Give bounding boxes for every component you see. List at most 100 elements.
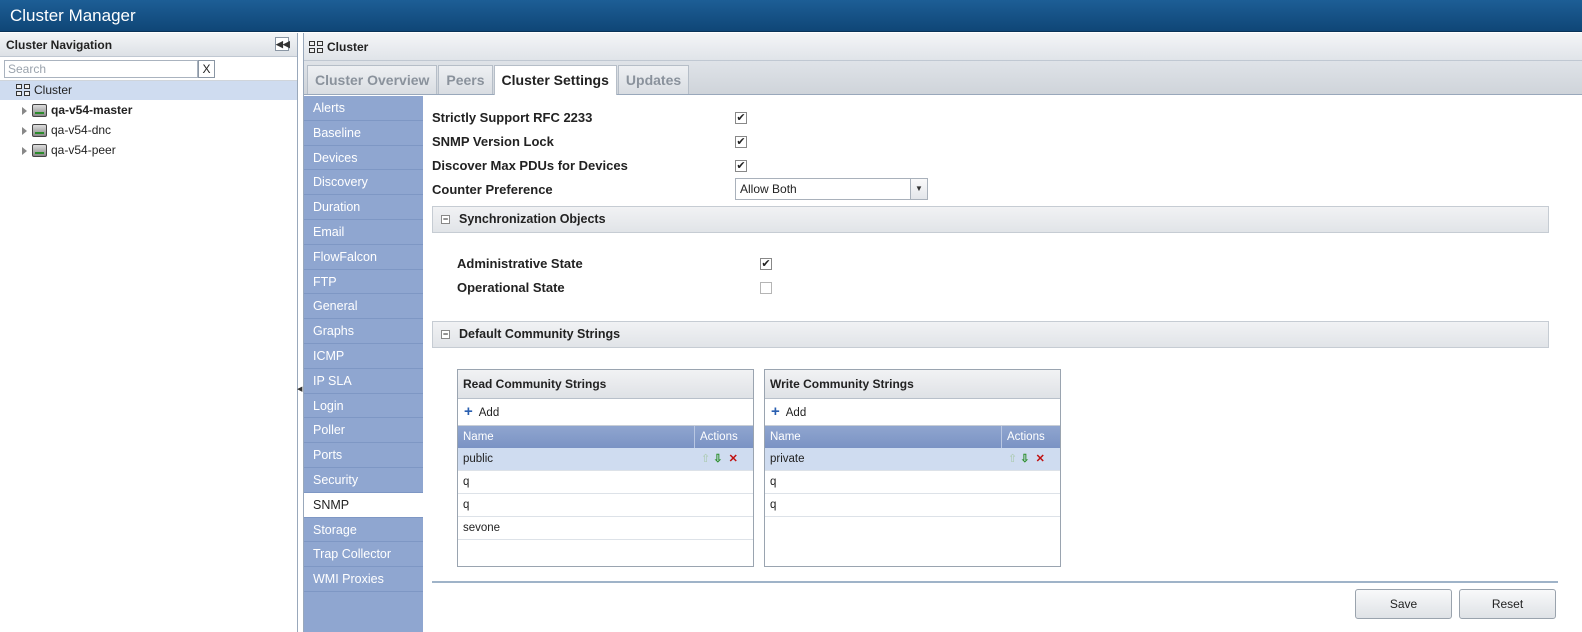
- main-title: Cluster: [327, 40, 369, 54]
- settings-item-ftp[interactable]: FTP: [304, 270, 423, 295]
- tab-bar: Cluster Overview Peers Cluster Settings Upd…: [304, 61, 1582, 95]
- max-pdus-label: Discover Max PDUs for Devices: [432, 158, 628, 173]
- settings-item-discovery[interactable]: Discovery: [304, 170, 423, 196]
- read-community-grid: Read Community Strings + Add Name Actions…: [457, 369, 754, 567]
- tree-node-qa-v54-dnc[interactable]: qa-v54-dnc: [0, 120, 297, 140]
- settings-item-trap-collector[interactable]: Trap Collector: [304, 542, 423, 568]
- save-button[interactable]: Save: [1355, 589, 1452, 619]
- settings-item-ip-sla[interactable]: IP SLA: [304, 369, 423, 394]
- expand-arrow-icon[interactable]: [22, 106, 27, 115]
- settings-item-general[interactable]: General: [304, 294, 423, 320]
- settings-item-alerts[interactable]: Alerts: [304, 96, 423, 121]
- delete-icon[interactable]: ✕: [1036, 453, 1045, 465]
- clear-search-button[interactable]: X: [198, 60, 215, 78]
- collapse-section-icon[interactable]: −: [441, 215, 450, 224]
- tree-root-cluster[interactable]: Cluster: [0, 81, 297, 100]
- write-grid-header: Name Actions: [765, 426, 1060, 448]
- col-name[interactable]: Name: [463, 426, 494, 448]
- reset-button[interactable]: Reset: [1459, 589, 1556, 619]
- tab-updates[interactable]: Updates: [617, 65, 690, 94]
- row-name: public: [463, 453, 494, 465]
- col-actions: Actions: [1001, 426, 1045, 448]
- chevron-down-icon[interactable]: ▼: [910, 179, 927, 199]
- plus-icon: +: [771, 403, 780, 420]
- collapse-panel-icon[interactable]: ◀◀: [275, 37, 290, 51]
- plus-icon: +: [464, 403, 473, 420]
- move-up-icon[interactable]: ⇧: [701, 453, 710, 465]
- col-name[interactable]: Name: [770, 426, 801, 448]
- tab-peers[interactable]: Peers: [438, 65, 493, 94]
- version-lock-checkbox[interactable]: ✔: [735, 136, 747, 148]
- cluster-icon: [16, 84, 31, 97]
- table-row[interactable]: q: [765, 471, 1060, 494]
- cluster-icon: [309, 41, 324, 54]
- counter-preference-value: Allow Both: [740, 182, 797, 196]
- oper-state-checkbox[interactable]: [760, 282, 772, 294]
- counter-preference-select[interactable]: Allow Both ▼: [735, 178, 928, 200]
- tree-node-qa-v54-peer[interactable]: qa-v54-peer: [0, 140, 297, 160]
- add-label: Add: [478, 407, 500, 419]
- settings-item-snmp[interactable]: SNMP: [304, 492, 423, 518]
- expand-arrow-icon[interactable]: [22, 126, 27, 135]
- settings-item-duration[interactable]: Duration: [304, 195, 423, 220]
- row-actions: ⇧ ⇩ ✕: [701, 448, 738, 470]
- settings-item-icmp[interactable]: ICMP: [304, 344, 423, 369]
- tab-cluster-settings[interactable]: Cluster Settings: [493, 65, 617, 95]
- settings-menu: Alerts Baseline Devices Discovery Durati…: [304, 96, 423, 632]
- settings-item-wmi-proxies[interactable]: WMI Proxies: [304, 567, 423, 592]
- max-pdus-checkbox[interactable]: ✔: [735, 160, 747, 172]
- write-grid-title: Write Community Strings: [765, 370, 1060, 399]
- table-row[interactable]: q: [458, 494, 753, 517]
- main-panel: Cluster Cluster Overview Peers Cluster Set…: [303, 33, 1582, 632]
- move-down-icon[interactable]: ⇩: [1020, 453, 1029, 465]
- server-icon: [32, 144, 47, 158]
- settings-item-flowfalcon[interactable]: FlowFalcon: [304, 245, 423, 270]
- settings-item-email[interactable]: Email: [304, 220, 423, 245]
- settings-item-storage[interactable]: Storage: [304, 518, 423, 543]
- move-down-icon[interactable]: ⇩: [713, 453, 722, 465]
- table-row[interactable]: q: [458, 471, 753, 494]
- table-row[interactable]: sevone: [458, 517, 753, 540]
- rfc2233-checkbox[interactable]: ✔: [735, 112, 747, 124]
- settings-item-baseline[interactable]: Baseline: [304, 121, 423, 146]
- tree-node-label: qa-v54-dnc: [51, 123, 112, 137]
- settings-item-login[interactable]: Login: [304, 394, 423, 419]
- delete-icon[interactable]: ✕: [729, 453, 738, 465]
- expand-arrow-icon[interactable]: [22, 146, 27, 155]
- server-icon: [32, 104, 47, 118]
- row-name: q: [770, 476, 777, 488]
- tree-node-qa-v54-master[interactable]: qa-v54-master: [0, 100, 297, 120]
- splitter-handle-icon[interactable]: ◀: [297, 385, 302, 405]
- settings-item-ports[interactable]: Ports: [304, 443, 423, 468]
- search-input[interactable]: [4, 60, 198, 78]
- cluster-navigation-header: Cluster Navigation ◀◀: [0, 33, 297, 57]
- add-label: Add: [785, 407, 807, 419]
- app-title: Cluster Manager: [10, 6, 136, 25]
- rfc2233-label: Strictly Support RFC 2233: [432, 110, 593, 125]
- settings-item-security[interactable]: Security: [304, 468, 423, 493]
- settings-item-graphs[interactable]: Graphs: [304, 319, 423, 344]
- write-add-button[interactable]: + Add: [765, 399, 1060, 426]
- version-lock-label: SNMP Version Lock: [432, 134, 554, 149]
- collapse-section-icon[interactable]: −: [441, 330, 450, 339]
- cluster-navigation-title: Cluster Navigation: [6, 38, 113, 52]
- row-name: q: [463, 499, 470, 511]
- table-row[interactable]: q: [765, 494, 1060, 517]
- oper-state-label: Operational State: [457, 280, 565, 295]
- settings-item-devices[interactable]: Devices: [304, 146, 423, 171]
- cluster-navigation-panel: Cluster Navigation ◀◀ X Cluster qa-v54-m…: [0, 33, 298, 632]
- admin-state-checkbox[interactable]: ✔: [760, 258, 772, 270]
- main-header: Cluster: [304, 33, 1582, 61]
- settings-item-poller[interactable]: Poller: [304, 418, 423, 444]
- table-row[interactable]: private ⇧ ⇩ ✕: [765, 448, 1060, 471]
- read-add-button[interactable]: + Add: [458, 399, 753, 426]
- read-grid-header: Name Actions: [458, 426, 753, 448]
- community-strings-section[interactable]: − Default Community Strings: [432, 321, 1549, 348]
- sync-objects-section[interactable]: − Synchronization Objects: [432, 206, 1549, 233]
- tab-cluster-overview[interactable]: Cluster Overview: [307, 65, 438, 94]
- table-row[interactable]: public ⇧ ⇩ ✕: [458, 448, 753, 471]
- write-community-grid: Write Community Strings + Add Name Action…: [764, 369, 1061, 567]
- row-name: q: [463, 476, 470, 488]
- counter-preference-label: Counter Preference: [432, 182, 553, 197]
- move-up-icon[interactable]: ⇧: [1008, 453, 1017, 465]
